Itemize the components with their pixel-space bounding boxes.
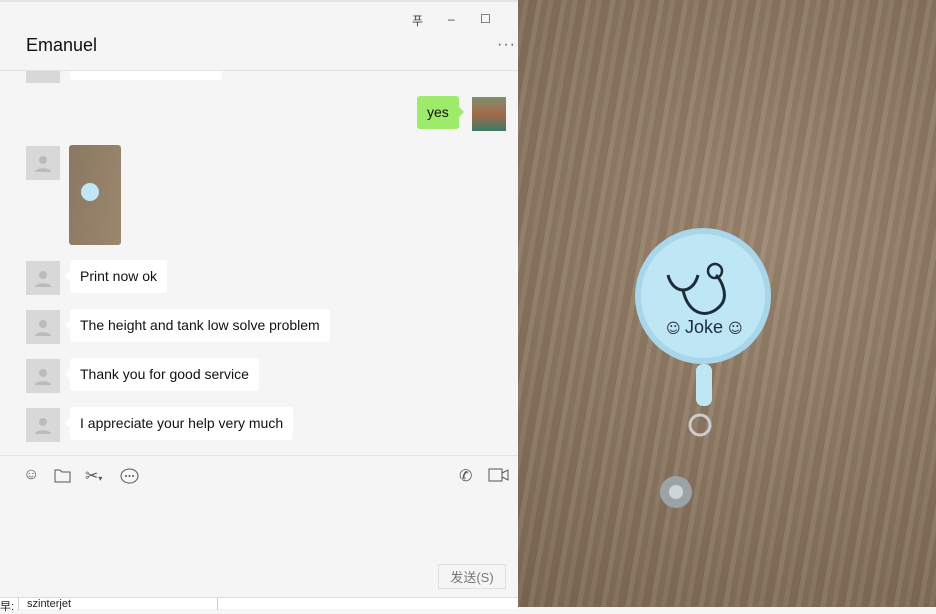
video-icon[interactable]: [488, 468, 509, 487]
input-toolbar: ☺ ✂▾ ✆: [0, 466, 518, 490]
my-message-bubble: yes: [417, 96, 464, 129]
phone-icon[interactable]: ✆: [459, 466, 472, 486]
pin-icon[interactable]: 푸: [412, 12, 423, 29]
chat-title: Emanuel: [26, 35, 98, 55]
avatar[interactable]: [26, 408, 60, 442]
folder-icon[interactable]: [54, 468, 71, 488]
scissors-icon[interactable]: ✂▾: [85, 466, 102, 486]
avatar[interactable]: [26, 359, 60, 393]
image-message[interactable]: [69, 145, 121, 245]
svg-text:☺: ☺: [666, 321, 681, 337]
avatar[interactable]: [26, 261, 60, 295]
message-bubble: The height and tank low solve problem: [65, 309, 330, 342]
status-value: szinterjet: [18, 598, 218, 610]
photo-panel: ☺ ☺ Joke: [518, 0, 936, 607]
message-bubble: Print now ok: [64, 260, 168, 293]
chat-history-icon[interactable]: [120, 468, 139, 490]
svg-text:☺: ☺: [728, 321, 743, 337]
divider: [0, 455, 518, 456]
message-bubble: Thank you for good service: [65, 358, 259, 391]
message-bubble: [70, 71, 222, 80]
status-bar: 早: szinterjet: [0, 597, 518, 613]
chat-window: 푸 – ☐ Emanuel ··· yes Print now ok The h…: [0, 0, 518, 613]
more-button[interactable]: ···: [497, 36, 516, 54]
message-list[interactable]: yes Print now ok The height and tank low…: [0, 71, 518, 455]
emoji-icon[interactable]: ☺: [23, 466, 39, 484]
avatar[interactable]: [26, 146, 60, 180]
badge-reel-photo: ☺ ☺ Joke: [635, 228, 771, 508]
maximize-button[interactable]: ☐: [480, 12, 491, 26]
minimize-button[interactable]: –: [448, 12, 455, 26]
badge-thumbnail: [81, 183, 99, 201]
avatar[interactable]: [26, 71, 60, 83]
status-label: 早:: [0, 601, 15, 613]
badge-text: Joke: [685, 317, 723, 337]
send-button[interactable]: 发送(S): [438, 564, 506, 589]
avatar[interactable]: [26, 310, 60, 344]
my-avatar[interactable]: [472, 97, 506, 131]
message-bubble: I appreciate your help very much: [64, 407, 294, 440]
